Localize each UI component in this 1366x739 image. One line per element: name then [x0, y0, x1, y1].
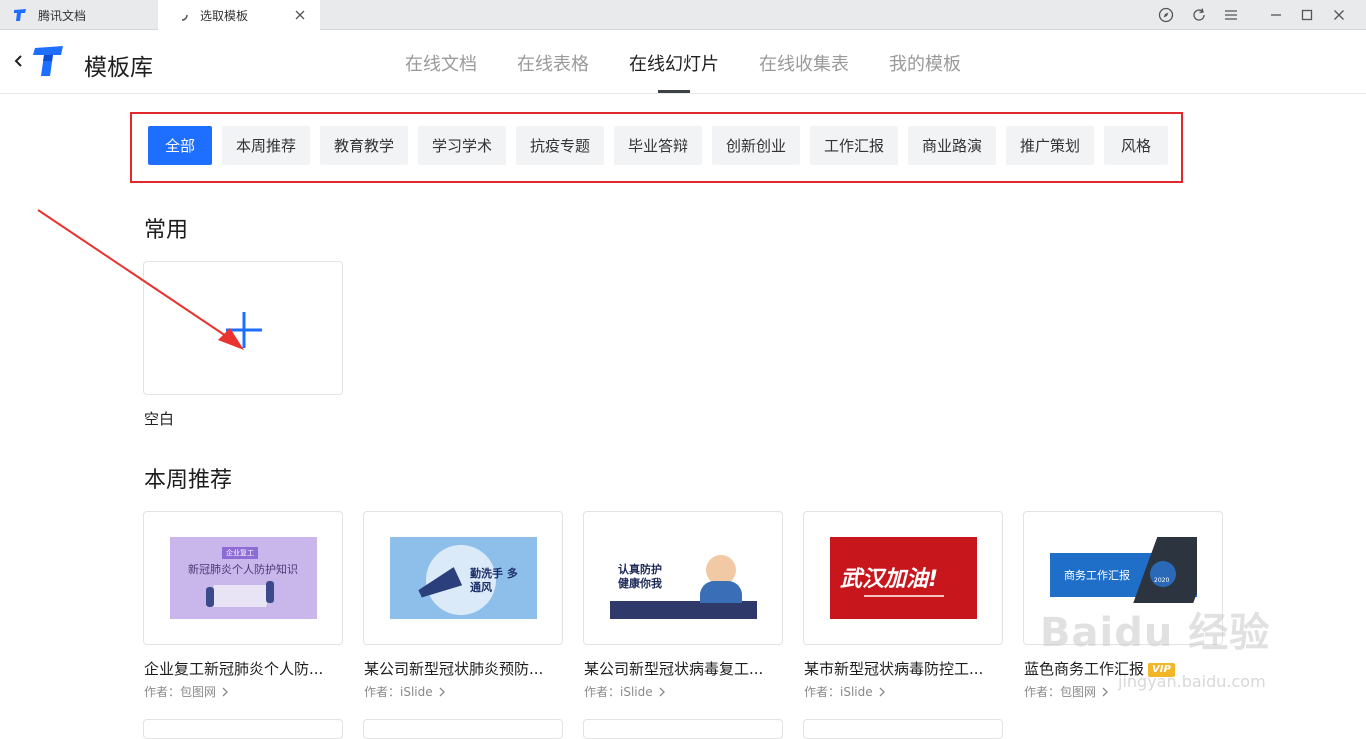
nav-my-templates[interactable]: 我的模板	[889, 50, 961, 76]
chevron-right-icon	[1102, 687, 1108, 696]
template-thumbnail: 企业复工 新冠肺炎个人防护知识	[170, 537, 317, 619]
chevron-right-icon	[659, 687, 665, 696]
nav-online-forms[interactable]: 在线收集表	[759, 50, 849, 76]
chevron-right-icon	[222, 687, 228, 696]
author-text: 作者：iSlide	[584, 685, 653, 699]
category-marketing[interactable]: 推广策划	[1006, 126, 1094, 165]
template-author[interactable]: 作者：iSlide	[364, 683, 447, 700]
template-thumbnail: 勤洗手 多通风	[390, 537, 537, 619]
maximize-icon[interactable]	[1299, 7, 1315, 23]
template-card-next[interactable]	[363, 719, 563, 739]
template-name[interactable]: 某公司新型冠状病毒复工...	[584, 658, 780, 679]
template-card-4[interactable]: 武汉加油!	[803, 511, 1003, 645]
tencent-docs-icon	[14, 9, 26, 21]
category-epidemic[interactable]: 抗疫专题	[516, 126, 604, 165]
baidu-watermark: Baidu 经验	[1040, 610, 1271, 656]
author-text: 作者：iSlide	[804, 685, 873, 699]
template-card-2[interactable]: 勤洗手 多通风	[363, 511, 563, 645]
template-thumbnail: 武汉加油!	[830, 537, 977, 619]
thumb-headline: 新冠肺炎个人防护知识	[188, 563, 298, 576]
template-author[interactable]: 作者：包图网	[1024, 683, 1110, 700]
page-title: 模板库	[84, 55, 153, 81]
template-card-next[interactable]	[803, 719, 1003, 739]
template-author[interactable]: 作者：包图网	[144, 683, 230, 700]
blank-template-card[interactable]	[143, 261, 343, 395]
author-text: 作者：包图网	[144, 685, 217, 699]
back-icon[interactable]	[12, 52, 26, 70]
category-weekly[interactable]: 本周推荐	[222, 126, 310, 165]
app-header: 模板库 在线文档 在线表格 在线幻灯片 在线收集表 我的模板	[0, 30, 1366, 94]
active-tab-indicator	[658, 90, 690, 93]
thumb-tag: 企业复工	[222, 547, 258, 559]
category-education[interactable]: 教育教学	[320, 126, 408, 165]
thumb-illustration	[205, 585, 275, 607]
thumb-subline	[864, 595, 944, 597]
blank-template-label: 空白	[144, 410, 175, 428]
tencent-docs-logo	[33, 46, 63, 76]
close-window-icon[interactable]	[1331, 7, 1347, 23]
refresh-icon[interactable]	[1191, 7, 1207, 23]
author-text: 作者：包图网	[1024, 685, 1097, 699]
thumb-figure	[206, 587, 214, 607]
tab-tencent-docs[interactable]: 腾讯文档	[0, 0, 158, 30]
category-roadshow[interactable]: 商业路演	[908, 126, 996, 165]
tab-label: 腾讯文档	[38, 8, 87, 23]
template-author[interactable]: 作者：iSlide	[584, 683, 667, 700]
template-name[interactable]: 某市新型冠状病毒防控工...	[804, 658, 1000, 679]
close-tab-icon[interactable]	[292, 7, 308, 23]
thumb-footer-band	[610, 601, 757, 619]
section-title-common: 常用	[144, 218, 189, 243]
window-titlebar: 腾讯文档 选取模板	[0, 0, 1366, 30]
chevron-right-icon	[439, 687, 445, 696]
baidu-watermark-url: jingyan.baidu.com	[1118, 672, 1266, 691]
template-card-3[interactable]: 认真防护 健康你我	[583, 511, 783, 645]
loading-icon	[181, 14, 188, 21]
section-title-weekly: 本周推荐	[144, 468, 233, 493]
plus-icon	[226, 312, 262, 348]
chevron-right-icon	[879, 687, 885, 696]
template-card-next[interactable]	[143, 719, 343, 739]
minimize-icon[interactable]	[1268, 7, 1284, 23]
nav-online-slides[interactable]: 在线幻灯片	[629, 50, 719, 76]
thumb-headline: 商务工作汇报	[1064, 569, 1130, 582]
nav-online-docs[interactable]: 在线文档	[405, 50, 477, 76]
thumb-figure	[266, 581, 274, 603]
tab-select-template[interactable]: 选取模板	[158, 0, 320, 30]
template-card-next[interactable]	[583, 719, 783, 739]
compass-icon[interactable]	[1158, 7, 1174, 23]
thumb-headline: 勤洗手 多通风	[470, 567, 518, 594]
category-filter-bar: 全部 本周推荐 教育教学 学习学术 抗疫专题 毕业答辩 创新创业 工作汇报 商业…	[130, 112, 1183, 183]
nav-online-sheets[interactable]: 在线表格	[517, 50, 589, 76]
category-academic[interactable]: 学习学术	[418, 126, 506, 165]
category-startup[interactable]: 创新创业	[712, 126, 800, 165]
category-all[interactable]: 全部	[148, 126, 212, 165]
thumb-headline: 认真防护 健康你我	[618, 563, 662, 590]
category-work-report[interactable]: 工作汇报	[810, 126, 898, 165]
category-style[interactable]: 风格	[1104, 126, 1168, 165]
author-text: 作者：iSlide	[364, 685, 433, 699]
template-name[interactable]: 企业复工新冠肺炎个人防...	[144, 658, 340, 679]
tab-label: 选取模板	[200, 8, 249, 23]
template-author[interactable]: 作者：iSlide	[804, 683, 887, 700]
menu-icon[interactable]	[1223, 7, 1239, 23]
category-graduation[interactable]: 毕业答辩	[614, 126, 702, 165]
thumb-year: 2020	[1154, 577, 1170, 584]
thumb-headline: 武汉加油!	[840, 567, 939, 592]
thumb-body	[700, 581, 742, 603]
template-name[interactable]: 某公司新型冠状肺炎预防...	[364, 658, 560, 679]
template-thumbnail: 认真防护 健康你我	[610, 537, 757, 619]
template-card-1[interactable]: 企业复工 新冠肺炎个人防护知识	[143, 511, 343, 645]
